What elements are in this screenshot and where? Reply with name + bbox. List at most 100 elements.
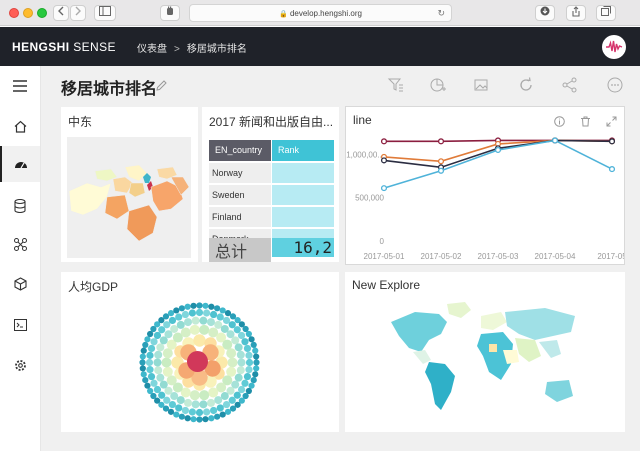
gdp-bubble[interactable] — [219, 307, 226, 314]
gdp-bubble[interactable] — [237, 331, 246, 340]
gdp-bubble[interactable] — [142, 377, 149, 384]
gdp-bubble[interactable] — [227, 357, 238, 368]
gdp-bubble[interactable] — [170, 324, 179, 333]
gdp-bubble[interactable] — [147, 344, 156, 353]
extension-button[interactable] — [160, 5, 180, 21]
close-window-button[interactable] — [9, 8, 19, 18]
gdp-bubble[interactable] — [214, 320, 223, 329]
more-button[interactable] — [606, 76, 624, 94]
gdp-bubble[interactable] — [209, 310, 218, 319]
gdp-bubble[interactable] — [153, 358, 162, 367]
sidebar-item-data[interactable] — [0, 188, 40, 224]
gdp-bubble[interactable] — [189, 390, 200, 401]
gdp-bubble[interactable] — [208, 387, 219, 398]
gdp-bubble[interactable] — [214, 413, 221, 420]
gdp-bubble[interactable] — [219, 411, 226, 418]
sidebar-toggle-button[interactable] — [94, 5, 116, 21]
gdp-bubble[interactable] — [245, 366, 253, 374]
refresh-button[interactable] — [517, 76, 535, 94]
gdp-bubble[interactable] — [150, 379, 158, 387]
gdp-bubble[interactable] — [176, 320, 185, 329]
gdp-bubble[interactable] — [216, 313, 224, 321]
downloads-button[interactable] — [535, 5, 555, 21]
gdp-bubble[interactable] — [184, 415, 191, 422]
gdp-bubble[interactable] — [252, 371, 259, 378]
gdp-bubble[interactable] — [140, 371, 147, 378]
gdp-bubble[interactable] — [233, 326, 241, 334]
sidebar-item-home[interactable] — [0, 108, 40, 144]
tabs-button[interactable] — [596, 5, 616, 21]
gdp-bubble[interactable] — [237, 358, 246, 367]
card-line-chart[interactable]: line 0 500,000 1,000,00... 2017-05-01 2017-0… — [345, 106, 625, 265]
user-avatar[interactable] — [602, 35, 626, 59]
gdp-bubble[interactable] — [206, 318, 215, 327]
gdp-bubble[interactable] — [159, 380, 168, 389]
gdp-bubble[interactable] — [191, 400, 200, 409]
share-button[interactable] — [561, 76, 579, 94]
gdp-bubble[interactable] — [243, 372, 252, 381]
gdp-bubble[interactable] — [228, 396, 236, 404]
gdp-bubble[interactable] — [195, 408, 204, 417]
gdp-bubble[interactable] — [168, 400, 177, 409]
gdp-bubble[interactable] — [241, 379, 249, 387]
gdp-bubble[interactable] — [190, 416, 197, 423]
gdp-bubble[interactable] — [173, 307, 180, 314]
gdp-bubble[interactable] — [202, 302, 209, 309]
gdp-bubble[interactable] — [167, 310, 175, 317]
gdp-bubble[interactable] — [214, 305, 221, 312]
line-chart[interactable]: 0 500,000 1,000,00... 2017-05-01 2017-05-02 2… — [346, 131, 624, 265]
gdp-bubble[interactable] — [253, 365, 260, 372]
gdp-bubble[interactable] — [224, 408, 232, 415]
expand-button[interactable] — [606, 114, 617, 132]
card-gdp-circle-pack[interactable]: 人均GDP — [61, 272, 339, 432]
gdp-bubble[interactable] — [245, 358, 254, 367]
gdp-bubble[interactable] — [209, 406, 218, 415]
card-world-map[interactable]: New Explore — [345, 272, 625, 432]
gdp-bubble[interactable] — [188, 309, 196, 317]
gdp-bubble[interactable] — [199, 400, 208, 409]
gdp-bubble[interactable] — [248, 382, 255, 389]
gdp-bubble[interactable] — [140, 347, 147, 354]
gdp-bubble[interactable] — [181, 310, 190, 319]
gdp-bubble[interactable] — [245, 351, 253, 359]
gdp-bubble[interactable] — [144, 336, 151, 343]
gdp-bubble[interactable] — [150, 338, 158, 346]
gdp-bubble[interactable] — [216, 404, 224, 412]
address-bar[interactable]: 🔒 develop.hengshi.org ↻ — [189, 4, 452, 22]
gdp-bubble[interactable] — [168, 316, 177, 325]
sidebar-item-menu[interactable] — [0, 68, 40, 104]
gdp-bubble[interactable] — [184, 303, 191, 310]
add-image-button[interactable] — [472, 76, 490, 94]
gdp-bubble[interactable] — [156, 343, 165, 352]
sidebar-item-connect[interactable] — [0, 226, 40, 262]
gdp-bubble[interactable] — [139, 365, 146, 372]
edit-title-icon[interactable] — [156, 78, 167, 96]
gdp-bubble[interactable] — [236, 366, 245, 375]
forward-button[interactable] — [70, 5, 86, 21]
gdp-bubble[interactable] — [226, 366, 237, 377]
gdp-bubble[interactable] — [145, 358, 154, 367]
card-mideast-map[interactable]: 中东 — [61, 107, 198, 262]
column-header-country[interactable]: EN_country — [209, 140, 271, 161]
gdp-bubble[interactable] — [175, 404, 183, 412]
column-header-rank[interactable]: Rank — [272, 140, 334, 161]
add-chart-button[interactable] — [429, 76, 447, 94]
gdp-bubble[interactable] — [248, 336, 255, 343]
gdp-bubble[interactable] — [162, 366, 173, 377]
gdp-bubble[interactable] — [161, 357, 172, 368]
breadcrumb-root[interactable]: 仪表盘 — [137, 44, 167, 55]
gdp-bubble[interactable] — [187, 351, 208, 372]
gdp-bubble[interactable] — [237, 385, 246, 394]
gdp-bubble[interactable] — [178, 413, 185, 420]
delete-button[interactable] — [580, 114, 591, 132]
zoom-window-button[interactable] — [37, 8, 47, 18]
gdp-bubble[interactable] — [203, 408, 211, 416]
gdp-bubble[interactable] — [214, 396, 223, 405]
gdp-bubble[interactable] — [222, 316, 231, 325]
gdp-bubble[interactable] — [184, 398, 193, 407]
gdp-bubble[interactable] — [234, 373, 243, 382]
gdp-bubble[interactable] — [189, 324, 200, 335]
gdp-bubble[interactable] — [206, 398, 215, 407]
gdp-bubble[interactable] — [226, 348, 237, 359]
gdp-bubble[interactable] — [191, 316, 200, 325]
